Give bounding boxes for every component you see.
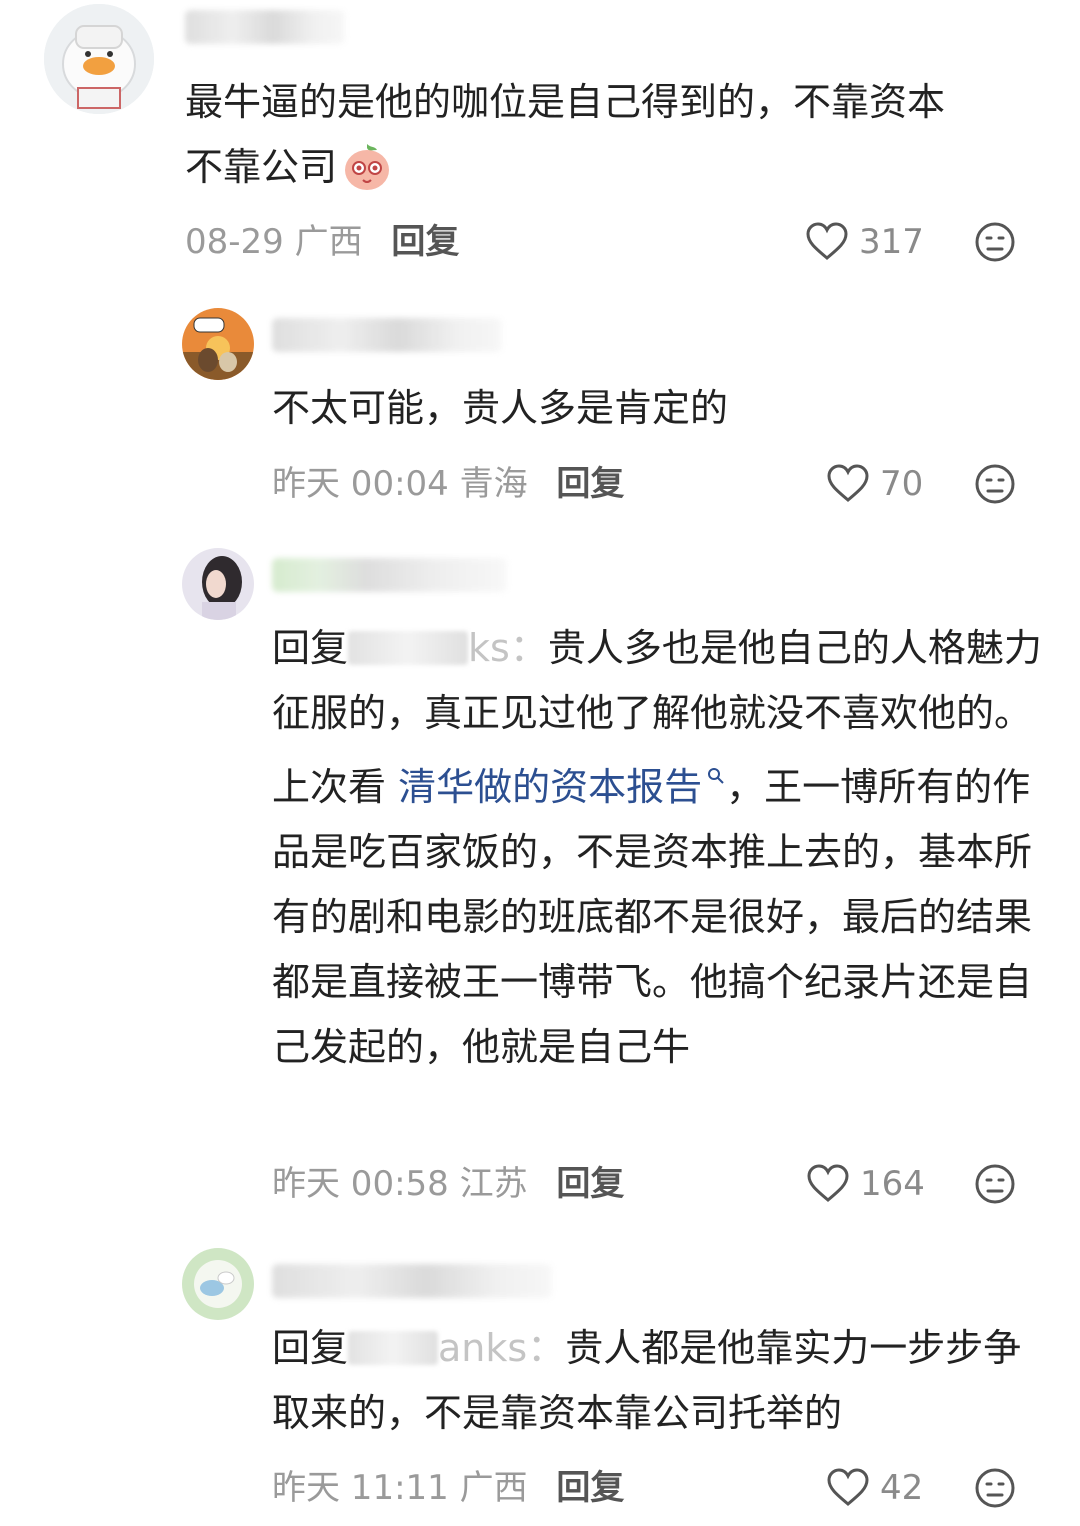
dislike-face-icon[interactable] — [974, 221, 1016, 263]
like-count: 164 — [860, 1164, 925, 1204]
comment-location: 青海 — [459, 464, 528, 504]
comment-date: 08-29 — [185, 222, 284, 262]
like-button[interactable]: 70 — [826, 462, 923, 506]
comment-location: 广西 — [459, 1468, 528, 1508]
avatar[interactable] — [182, 1248, 254, 1320]
comment-date: 昨天 00:58 — [272, 1164, 449, 1204]
username-blurred[interactable] — [272, 1264, 552, 1298]
username-blurred[interactable] — [272, 558, 507, 592]
reply-prefix: 回复 — [272, 626, 349, 670]
like-count: 317 — [859, 222, 924, 262]
comment-text: 最牛逼的是他的咖位是自己得到的，不靠资本 不靠公司 — [185, 70, 1045, 212]
comment-3: 回复 ks：贵人多也是他自己的人格魅力征服的，真正见过他了解他就没不喜欢他的。上次… — [0, 540, 1080, 1220]
reply-button[interactable]: 回复 — [556, 1468, 624, 1508]
reply-button[interactable]: 回复 — [556, 464, 624, 504]
avatar[interactable] — [44, 4, 154, 114]
comment-location: 江苏 — [459, 1164, 528, 1204]
like-button[interactable]: 42 — [826, 1466, 923, 1510]
heart-outline-icon — [827, 1468, 869, 1506]
comment-line-1: 最牛逼的是他的咖位是自己得到的，不靠资本 — [185, 80, 946, 124]
like-button[interactable]: 164 — [806, 1162, 925, 1206]
comment-meta: 昨天 11:11 广西 回复 — [272, 1466, 624, 1510]
comment-line-2: 不靠公司 — [185, 145, 338, 189]
search-link[interactable]: 清华做的资本报告 — [398, 765, 702, 809]
mention-tail: ks： — [468, 626, 548, 670]
comment-meta: 昨天 00:58 江苏 回复 — [272, 1162, 624, 1206]
comment-1: 最牛逼的是他的咖位是自己得到的，不靠资本 不靠公司 08-29 广西 回复 31… — [0, 0, 1080, 290]
comment-location: 广西 — [294, 222, 363, 262]
dislike-face-icon[interactable] — [974, 1163, 1016, 1205]
comment-4: 回复 anks：贵人都是他靠实力一步步争取来的，不是靠资本靠公司托举的 昨天 11… — [0, 1240, 1080, 1526]
shy-face-emoji — [341, 140, 393, 212]
comment-date: 昨天 11:11 — [272, 1468, 449, 1508]
heart-outline-icon — [827, 464, 869, 502]
avatar[interactable] — [182, 548, 254, 620]
search-link-icon[interactable] — [706, 746, 726, 811]
reply-button[interactable]: 回复 — [556, 1164, 624, 1204]
comment-meta: 昨天 00:04 青海 回复 — [272, 462, 624, 506]
mention-tail: anks： — [438, 1326, 566, 1370]
comment-text-b: ，王一博所有的作品是吃百家饭的，不是资本推上去的，基本所有的剧和电影的班底都不是… — [272, 765, 1033, 1069]
avatar[interactable] — [182, 308, 254, 380]
dislike-face-icon[interactable] — [974, 463, 1016, 505]
like-button[interactable]: 317 — [805, 220, 924, 264]
dislike-face-icon[interactable] — [974, 1467, 1016, 1509]
username-blurred[interactable] — [185, 10, 345, 44]
heart-outline-icon — [807, 1164, 849, 1202]
comment-text: 回复 anks：贵人都是他靠实力一步步争取来的，不是靠资本靠公司托举的 — [272, 1316, 1042, 1446]
comment-date: 昨天 00:04 — [272, 464, 449, 504]
mention-blurred[interactable] — [348, 631, 469, 665]
comment-text: 回复 ks：贵人多也是他自己的人格魅力征服的，真正见过他了解他就没不喜欢他的。上次… — [272, 616, 1042, 1080]
like-count: 42 — [880, 1468, 924, 1508]
heart-outline-icon — [806, 222, 848, 260]
mention-blurred[interactable] — [348, 1331, 439, 1365]
reply-button[interactable]: 回复 — [391, 222, 459, 262]
comment-meta: 08-29 广西 回复 — [185, 220, 459, 264]
comment-2: 不太可能，贵人多是肯定的 昨天 00:04 青海 回复 70 — [0, 300, 1080, 530]
username-blurred[interactable] — [272, 318, 502, 352]
like-count: 70 — [880, 464, 924, 504]
comment-text: 不太可能，贵人多是肯定的 — [272, 386, 729, 430]
reply-prefix: 回复 — [272, 1326, 349, 1370]
